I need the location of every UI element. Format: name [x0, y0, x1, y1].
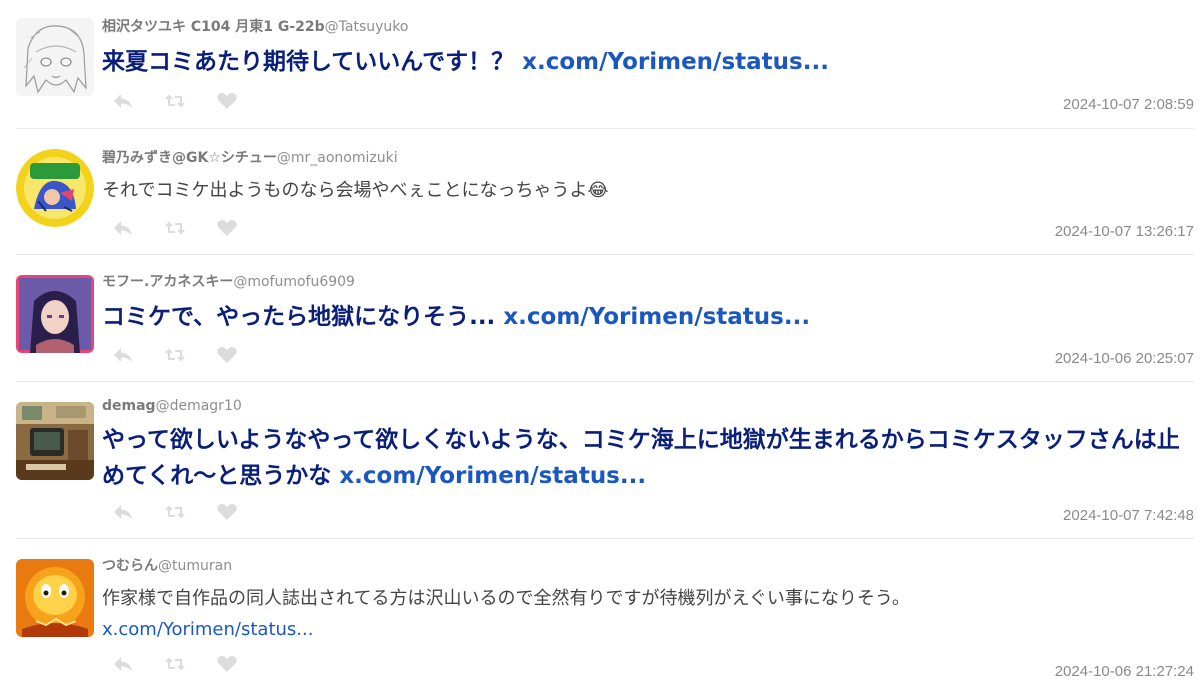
tweet-actions [112, 655, 238, 673]
tweet-link[interactable]: x.com/Yorimen/status... [503, 304, 810, 330]
tweet-item: 碧乃みずき@GK☆シチュー@mr_aonomizuki それでコミケ出ようものな… [16, 129, 1194, 255]
user-handle[interactable]: @demagr10 [156, 398, 242, 414]
avatar[interactable] [16, 18, 94, 96]
tweet-text: コミケで、やったら地獄になりそう... x.com/Yorimen/status… [102, 299, 1194, 335]
like-icon[interactable] [216, 503, 238, 521]
like-icon[interactable] [216, 655, 238, 673]
timestamp[interactable]: 2024-10-07 13:26:17 [1055, 223, 1194, 240]
tweet-body: 作家様で自作品の同人誌出されてる方は沢山いるので全然有りですが待機列がえぐい事に… [102, 588, 910, 609]
tweet-item: モフー.アカネスキー@mofumofu6909 コミケで、やったら地獄になりそう… [16, 255, 1194, 382]
tweet-text: それでコミケ出ようものなら会場やべぇことになっちゃうよ😂 [102, 175, 1194, 206]
tweet-header: モフー.アカネスキー@mofumofu6909 [102, 271, 1194, 291]
reply-icon[interactable] [112, 655, 134, 673]
avatar[interactable] [16, 402, 94, 480]
tweet-actions [112, 219, 238, 237]
retweet-icon[interactable] [164, 219, 186, 237]
tweet-link[interactable]: x.com/Yorimen/status... [339, 463, 646, 489]
retweet-icon[interactable] [164, 346, 186, 364]
tweet-body: 来夏コミあたり期待していいんです！？ [102, 49, 523, 75]
tweet-actions [112, 346, 238, 364]
tweet-link[interactable]: x.com/Yorimen/status... [522, 49, 829, 75]
user-handle[interactable]: @mofumofu6909 [233, 274, 355, 290]
tweet-header: 碧乃みずき@GK☆シチュー@mr_aonomizuki [102, 147, 1194, 167]
tweet-text: やって欲しいようなやって欲しくないような、コミケ海上に地獄が生まれるからコミケス… [102, 422, 1194, 494]
retweet-icon[interactable] [164, 92, 186, 110]
tweet-link[interactable]: x.com/Yorimen/status... [102, 619, 313, 640]
user-name[interactable]: つむらん [102, 558, 158, 574]
reply-icon[interactable] [112, 92, 134, 110]
user-handle[interactable]: @tumuran [158, 558, 232, 574]
avatar[interactable] [16, 559, 94, 637]
avatar[interactable] [16, 149, 94, 227]
tweet-item: 相沢タツユキ C104 月東1 G-22b@Tatsuyuko 来夏コミあたり期… [16, 0, 1194, 129]
reply-icon[interactable] [112, 219, 134, 237]
tweet-item: demag@demagr10 やって欲しいようなやって欲しくないような、コミケ海… [16, 382, 1194, 539]
avatar[interactable] [16, 275, 94, 353]
timestamp[interactable]: 2024-10-06 20:25:07 [1055, 350, 1194, 367]
user-name[interactable]: 碧乃みずき@GK☆シチュー [102, 150, 277, 166]
like-icon[interactable] [216, 346, 238, 364]
user-handle[interactable]: @Tatsuyuko [325, 19, 409, 35]
reply-icon[interactable] [112, 346, 134, 364]
tweet-item: つむらん@tumuran 作家様で自作品の同人誌出されてる方は沢山いるので全然有… [16, 539, 1194, 688]
user-name[interactable]: モフー.アカネスキー [102, 274, 233, 290]
timestamp[interactable]: 2024-10-06 21:27:24 [1055, 663, 1194, 680]
tweet-feed: 相沢タツユキ C104 月東1 G-22b@Tatsuyuko 来夏コミあたり期… [0, 0, 1200, 688]
reply-icon[interactable] [112, 503, 134, 521]
tweet-text: 作家様で自作品の同人誌出されてる方は沢山いるので全然有りですが待機列がえぐい事に… [102, 583, 1194, 645]
tweet-body: それでコミケ出ようものなら会場やべぇことになっちゃうよ😂 [102, 180, 609, 201]
like-icon[interactable] [216, 92, 238, 110]
retweet-icon[interactable] [164, 655, 186, 673]
user-name[interactable]: 相沢タツユキ C104 月東1 G-22b [102, 19, 325, 35]
retweet-icon[interactable] [164, 503, 186, 521]
timestamp[interactable]: 2024-10-07 7:42:48 [1063, 507, 1194, 524]
tweet-text: 来夏コミあたり期待していいんです！？ x.com/Yorimen/status.… [102, 44, 1194, 80]
tweet-header: 相沢タツユキ C104 月東1 G-22b@Tatsuyuko [102, 16, 1194, 36]
tweet-header: demag@demagr10 [102, 398, 1194, 414]
timestamp[interactable]: 2024-10-07 2:08:59 [1063, 96, 1194, 113]
tweet-header: つむらん@tumuran [102, 555, 1194, 575]
tweet-actions [112, 92, 238, 110]
tweet-body: コミケで、やったら地獄になりそう... [102, 304, 504, 330]
user-name[interactable]: demag [102, 398, 156, 414]
tweet-actions [112, 503, 238, 521]
user-handle[interactable]: @mr_aonomizuki [277, 150, 398, 166]
like-icon[interactable] [216, 219, 238, 237]
